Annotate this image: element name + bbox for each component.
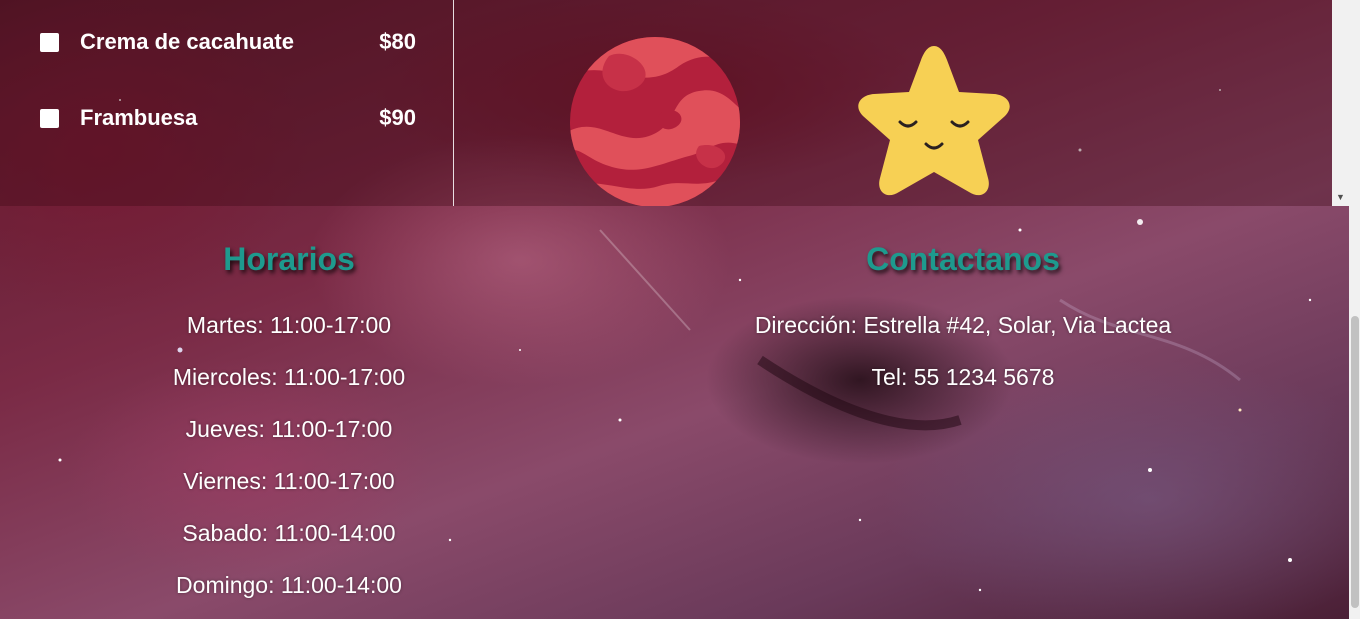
horario-line: Sabado: 11:00-14:00 [182, 520, 396, 546]
horarios-section: Horarios Martes: 11:00-17:00 Miercoles: … [139, 239, 439, 611]
item-price: $80 [379, 29, 416, 54]
product-scrollbar[interactable] [1332, 0, 1349, 206]
menu-item-crema-de-cacahuate: Crema de cacahuate $80 [40, 27, 416, 57]
checkbox-crema-de-cacahuate[interactable] [40, 32, 59, 52]
contacto-phone: Tel: 55 1234 5678 [871, 364, 1055, 390]
horario-line: Viernes: 11:00-17:00 [183, 468, 395, 494]
product-section: Crema de cacahuate $80 Frambuesa $90 [0, 0, 1332, 206]
item-name: Frambuesa [80, 105, 198, 130]
item-price: $90 [379, 105, 416, 130]
smiling-star-icon [848, 40, 1020, 206]
horarios-title: Horarios [223, 241, 355, 277]
scroll-down-arrow-icon[interactable]: ▼ [1335, 192, 1346, 202]
horario-line: Martes: 11:00-17:00 [186, 312, 392, 338]
page-scrollbar-thumb[interactable] [1351, 316, 1359, 608]
contacto-section: Contactanos Dirección: Estrella #42, Sol… [713, 239, 1213, 403]
menu-panel: Crema de cacahuate $80 Frambuesa $90 [0, 0, 454, 206]
horario-line: Jueves: 11:00-17:00 [185, 416, 393, 442]
contacto-address: Dirección: Estrella #42, Solar, Via Lact… [754, 312, 1172, 338]
item-name: Crema de cacahuate [80, 29, 294, 54]
planet-icon [569, 36, 741, 206]
contacto-title: Contactanos [866, 241, 1060, 277]
checkbox-frambuesa[interactable] [40, 108, 59, 128]
horario-line: Domingo: 11:00-14:00 [176, 572, 402, 598]
menu-item-frambuesa: Frambuesa $90 [40, 103, 416, 133]
horario-line: Miercoles: 11:00-17:00 [172, 364, 406, 390]
